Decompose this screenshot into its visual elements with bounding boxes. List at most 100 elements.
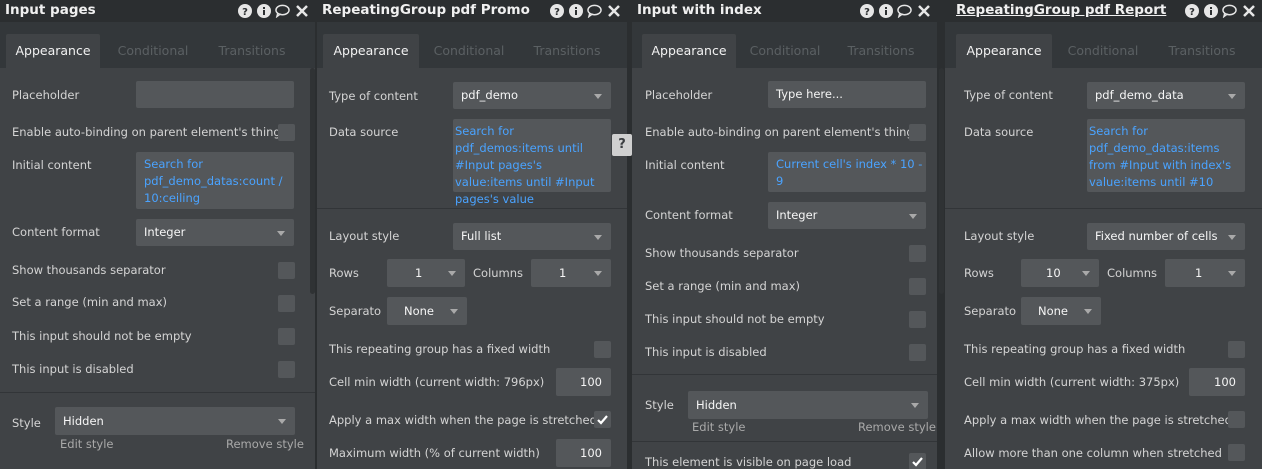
- visible-on-load-checkbox[interactable]: [909, 453, 926, 469]
- columns-dropdown[interactable]: 1: [531, 259, 611, 287]
- tab-bar: Appearance Conditional Transitions: [0, 22, 315, 68]
- data-source-expression[interactable]: Search for pdf_demo_datas:items from #In…: [1087, 119, 1245, 192]
- content-format-dropdown[interactable]: Integer: [768, 202, 926, 229]
- help-circle-icon[interactable]: ?: [1184, 3, 1199, 18]
- thousands-separator-checkbox[interactable]: [278, 262, 295, 279]
- tab-conditional[interactable]: Conditional: [738, 34, 832, 68]
- layout-style-dropdown[interactable]: Full list: [453, 223, 611, 250]
- columns-value: 1: [559, 266, 567, 280]
- svg-text:?: ?: [864, 7, 870, 18]
- style-dropdown[interactable]: Hidden: [688, 391, 928, 419]
- cell-min-width-input[interactable]: 100: [1189, 368, 1245, 396]
- max-width-percent-input[interactable]: 100: [556, 439, 611, 467]
- tab-conditional[interactable]: Conditional: [1055, 34, 1151, 68]
- type-of-content-dropdown[interactable]: pdf_demo: [453, 82, 611, 109]
- autobind-checkbox[interactable]: [909, 124, 926, 141]
- autobind-checkbox[interactable]: [278, 124, 295, 141]
- close-icon[interactable]: [916, 3, 931, 18]
- layout-style-label: Layout style: [964, 229, 1035, 243]
- help-circle-icon[interactable]: ?: [859, 3, 874, 18]
- tab-appearance[interactable]: Appearance: [642, 34, 736, 68]
- separator-dropdown[interactable]: None: [387, 297, 467, 325]
- columns-value: 1: [1195, 266, 1203, 280]
- help-tab-button[interactable]: ?: [612, 134, 632, 156]
- max-width-checkbox[interactable]: [1228, 411, 1245, 428]
- type-of-content-value: pdf_demo_data: [1095, 88, 1184, 102]
- svg-text:?: ?: [554, 7, 560, 18]
- chevron-down-icon: [1228, 93, 1236, 99]
- fixed-width-checkbox[interactable]: [1228, 341, 1245, 358]
- info-circle-icon[interactable]: [256, 3, 271, 18]
- multi-column-checkbox[interactable]: [1228, 444, 1245, 461]
- close-icon[interactable]: [606, 3, 621, 18]
- cell-min-width-input[interactable]: 100: [556, 368, 611, 396]
- comment-icon[interactable]: [897, 3, 912, 18]
- edit-style-link[interactable]: Edit style: [60, 437, 114, 451]
- property-editor-input-with-index: Input with index ? Appearance Conditiona…: [632, 0, 937, 469]
- panel-title: Input with index: [637, 2, 762, 18]
- edit-style-link[interactable]: Edit style: [692, 420, 746, 434]
- thousands-separator-checkbox[interactable]: [909, 245, 926, 262]
- rows-value: 10: [1046, 266, 1061, 280]
- type-of-content-dropdown[interactable]: pdf_demo_data: [1087, 82, 1245, 109]
- rows-dropdown[interactable]: 10: [1021, 259, 1099, 287]
- columns-label: Columns: [473, 266, 524, 280]
- placeholder-input[interactable]: [136, 81, 294, 108]
- tab-transitions[interactable]: Transitions: [519, 34, 615, 68]
- columns-dropdown[interactable]: 1: [1165, 259, 1245, 287]
- max-width-checkbox[interactable]: [594, 411, 611, 428]
- chevron-down-icon: [450, 309, 458, 314]
- separator-dropdown[interactable]: None: [1021, 297, 1101, 325]
- property-editor-repeatinggroup-pdf-report: RepeatingGroup pdf Report ? Appearance C…: [945, 0, 1262, 469]
- layout-style-value: Full list: [461, 229, 502, 243]
- comment-icon[interactable]: [1222, 3, 1237, 18]
- help-circle-icon[interactable]: ?: [549, 3, 564, 18]
- placeholder-input[interactable]: Type here...: [768, 81, 926, 108]
- initial-content-expression[interactable]: Current cell's index * 10 - 9: [768, 152, 926, 192]
- info-circle-icon[interactable]: [1203, 3, 1218, 18]
- range-checkbox[interactable]: [278, 295, 295, 312]
- data-source-expression[interactable]: Search for pdf_demos:items until #Input …: [453, 119, 611, 206]
- fixed-width-checkbox[interactable]: [594, 341, 611, 358]
- layout-style-label: Layout style: [329, 229, 400, 243]
- tab-appearance[interactable]: Appearance: [6, 34, 100, 68]
- placeholder-label: Placeholder: [645, 88, 713, 102]
- chevron-down-icon: [1082, 271, 1090, 276]
- tab-appearance[interactable]: Appearance: [956, 34, 1052, 68]
- disabled-checkbox[interactable]: [278, 361, 295, 378]
- initial-content-label: Initial content: [12, 158, 92, 172]
- style-value: Hidden: [696, 398, 737, 412]
- rows-dropdown[interactable]: 1: [387, 259, 465, 287]
- tab-transitions[interactable]: Transitions: [205, 34, 299, 68]
- range-checkbox[interactable]: [909, 278, 926, 295]
- help-circle-icon[interactable]: ?: [237, 3, 252, 18]
- tab-transitions[interactable]: Transitions: [834, 34, 928, 68]
- tab-conditional[interactable]: Conditional: [106, 34, 200, 68]
- check-icon: [597, 415, 608, 425]
- tab-conditional[interactable]: Conditional: [421, 34, 517, 68]
- info-circle-icon[interactable]: [568, 3, 583, 18]
- comment-icon[interactable]: [275, 3, 290, 18]
- chevron-down-icon: [448, 271, 456, 276]
- not-empty-checkbox[interactable]: [278, 328, 295, 345]
- scrollbar[interactable]: [939, 68, 944, 294]
- separator-label: Separato: [329, 304, 382, 318]
- remove-style-link[interactable]: Remove style: [226, 437, 304, 451]
- disabled-checkbox[interactable]: [909, 344, 926, 361]
- layout-style-dropdown[interactable]: Fixed number of cells: [1087, 223, 1245, 250]
- tab-transitions[interactable]: Transitions: [1154, 34, 1250, 68]
- comment-icon[interactable]: [587, 3, 602, 18]
- close-icon[interactable]: [294, 3, 309, 18]
- remove-style-link[interactable]: Remove style: [858, 420, 936, 434]
- tab-appearance[interactable]: Appearance: [323, 34, 419, 68]
- scrollbar[interactable]: [310, 68, 315, 294]
- separator-value: None: [1038, 304, 1069, 318]
- info-circle-icon[interactable]: [878, 3, 893, 18]
- close-icon[interactable]: [1241, 3, 1256, 18]
- initial-content-expression[interactable]: Search for pdf_demo_datas:count / 10:cei…: [136, 152, 294, 209]
- check-icon: [912, 457, 923, 467]
- visible-on-load-label: This element is visible on page load: [645, 455, 852, 469]
- style-dropdown[interactable]: Hidden: [55, 407, 295, 435]
- content-format-dropdown[interactable]: Integer: [136, 219, 294, 246]
- not-empty-checkbox[interactable]: [909, 311, 926, 328]
